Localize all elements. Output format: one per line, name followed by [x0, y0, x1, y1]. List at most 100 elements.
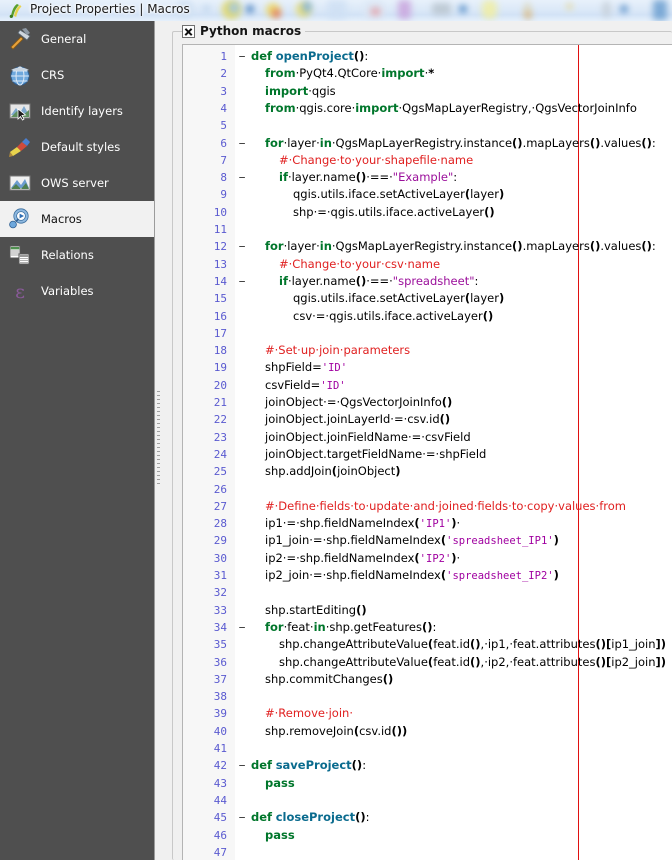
code-line[interactable]: #·Remove·join· [265, 705, 353, 722]
line-number: 47 [213, 845, 227, 859]
blurred-toolbar-icon [620, 5, 628, 13]
code-token: def [251, 49, 273, 63]
fold-marker-icon[interactable]: − [236, 169, 248, 186]
code-line[interactable]: import·qgis [265, 83, 336, 100]
line-number: 31 [213, 569, 227, 582]
code-token: joinObject·=·QgsVectorJoinInfo [265, 395, 442, 409]
sidebar-item-variables[interactable]: ε Variables [0, 273, 154, 309]
code-line[interactable]: shp.addJoin(joinObject) [265, 463, 401, 480]
code-lines-container[interactable]: 1− def openProject(): 2 from·PyQt4.QtCore·i… [183, 45, 672, 860]
sidebar-item-default-styles[interactable]: Default styles [0, 129, 154, 165]
code-line[interactable]: def closeProject(): [251, 809, 369, 826]
sidebar-item-crs[interactable]: CRS [0, 57, 154, 93]
sidebar-item-relations[interactable]: Relations [0, 237, 154, 273]
blurred-toolbar-icon [653, 0, 667, 20]
fold-marker-icon[interactable]: − [236, 238, 248, 255]
fold-marker-icon[interactable]: − [236, 273, 248, 290]
code-token: () [512, 239, 523, 254]
code-token: #·Define·fields·to·update·and·joined·fie… [265, 498, 626, 513]
code-token: #·Change·to·your·csv·name [279, 256, 441, 271]
fold-marker-icon[interactable]: − [236, 135, 248, 152]
code-line[interactable]: #·Change·to·your·shapefile·name [279, 152, 473, 169]
fold-marker-icon[interactable]: − [236, 619, 248, 636]
code-line[interactable]: shp.changeAttributeValue(feat.id(),·ip2,… [279, 654, 666, 671]
code-line[interactable]: ip1·=·shp.fieldNameIndex('IP1')· [265, 515, 460, 532]
sidebar-item-label: Macros [41, 212, 82, 226]
code-line[interactable]: for·layer·in·QgsMapLayerRegistry.instanc… [265, 238, 656, 255]
code-token: ·QgsMapLayerRegistry,·QgsVectorJoinInfo [398, 100, 637, 115]
code-token: () [355, 170, 367, 185]
code-line[interactable]: shp·=·qgis.utils.iface.activeLayer() [293, 204, 495, 221]
code-line[interactable]: #·Change·to·your·csv·name [279, 256, 440, 273]
blurred-toolbar-icon [398, 0, 411, 19]
code-line[interactable]: ip1_join·=·shp.fieldNameIndex('spreadshe… [265, 532, 559, 549]
line-number: 34 [213, 620, 227, 634]
fold-marker-icon[interactable]: − [236, 809, 248, 826]
code-line[interactable]: qgis.utils.iface.setActiveLayer(layer) [293, 290, 504, 307]
code-line[interactable]: if·layer.name()·==·"Example": [279, 169, 457, 186]
code-line[interactable]: csvField='ID' [265, 377, 346, 394]
sidebar-item-identify-layers[interactable]: Identify layers [0, 93, 154, 129]
code-token: ]) [655, 637, 667, 652]
code-line[interactable]: def saveProject(): [251, 757, 366, 774]
code-token: () [355, 810, 366, 825]
tables-icon [8, 243, 32, 267]
code-token: pass [265, 827, 295, 842]
code-token: .mapLayers [522, 239, 590, 254]
fold-marker-icon[interactable]: − [236, 757, 248, 774]
code-token: import [265, 83, 309, 98]
code-line[interactable]: #·Define·fields·to·update·and·joined·fie… [265, 498, 626, 515]
code-token: () [441, 395, 453, 409]
blurred-toolbar-icon [432, 3, 451, 15]
code-token: #·Set·up·join·parameters [265, 343, 411, 358]
code-line[interactable]: ip2_join·=·shp.fieldNameIndex('spreadshe… [265, 567, 559, 584]
code-line[interactable]: for·feat·in·shp.getFeatures(): [265, 619, 436, 636]
code-token: csvField= [265, 377, 321, 392]
sidebar-item-macros[interactable]: Macros [0, 201, 154, 237]
line-number: 7 [220, 153, 227, 167]
sidebar-item-general[interactable]: General [0, 21, 154, 57]
code-line[interactable]: from·PyQt4.QtCore·import·* [265, 65, 434, 82]
code-line[interactable]: joinObject.joinLayerId·=·csv.id() [265, 411, 450, 428]
code-line[interactable]: shp.changeAttributeValue(feat.id(),·ip1,… [279, 636, 666, 653]
code-token: shp·=·qgis.utils.iface.activeLayer [293, 204, 485, 219]
fold-marker-icon[interactable]: − [236, 48, 248, 65]
code-line[interactable]: #·Set·up·join·parameters [265, 342, 410, 359]
blurred-toolbar-icon [327, 0, 347, 19]
code-line[interactable]: shpField='ID' [265, 359, 347, 376]
code-line[interactable]: def openProject(): [251, 48, 368, 65]
code-token: joinObject [337, 464, 396, 479]
code-line[interactable]: pass [265, 827, 295, 844]
code-line[interactable]: shp.commitChanges() [265, 671, 393, 688]
code-line[interactable]: if·layer.name()·==·"spreadsheet": [279, 273, 478, 290]
code-line[interactable]: ip2·=·shp.fieldNameIndex('IP2')· [265, 550, 460, 567]
line-number: 17 [213, 326, 227, 340]
code-token: ·QgsMapLayerRegistry.instance [331, 239, 513, 254]
code-token: layer [470, 291, 499, 306]
line-number: 4 [220, 101, 227, 115]
code-line[interactable]: from·qgis.core·import·QgsMapLayerRegistr… [265, 100, 637, 117]
code-token: ) [553, 568, 559, 582]
code-token: () [355, 273, 367, 288]
code-line[interactable]: for·layer·in·QgsMapLayerRegistry.instanc… [265, 135, 656, 152]
code-line[interactable]: csv·=·qgis.utils.iface.activeLayer() [293, 308, 493, 325]
code-token: 'IP1' [419, 518, 452, 531]
code-token: · [456, 550, 461, 565]
code-line[interactable]: shp.startEditing() [265, 602, 367, 619]
svg-text:ε: ε [15, 281, 25, 303]
code-line[interactable]: shp.removeJoin(csv.id()) [265, 723, 407, 740]
code-line[interactable]: qgis.utils.iface.setActiveLayer(layer) [293, 186, 504, 203]
sidebar-item-label: Relations [41, 248, 94, 262]
code-line[interactable]: joinObject·=·QgsVectorJoinInfo() [265, 394, 452, 411]
code-line[interactable]: joinObject.joinFieldName·=·csvField [265, 429, 471, 446]
python-code-editor[interactable]: 1− def openProject(): 2 from·PyQt4.QtCore·i… [182, 44, 672, 860]
code-line[interactable]: pass [265, 775, 295, 792]
python-macros-checkbox[interactable] [182, 24, 195, 38]
code-token: joinObject.targetFieldName·=·shpField [265, 446, 487, 461]
line-number: 42 [213, 759, 227, 773]
code-line[interactable]: joinObject.targetFieldName·=·shpField [265, 446, 486, 463]
code-token: · [456, 516, 461, 531]
code-token: ·shp.getFeatures [325, 619, 422, 634]
code-token: joinObject.joinLayerId·=·csv.id [265, 412, 440, 427]
sidebar-item-ows-server[interactable]: OWS server [0, 165, 154, 201]
